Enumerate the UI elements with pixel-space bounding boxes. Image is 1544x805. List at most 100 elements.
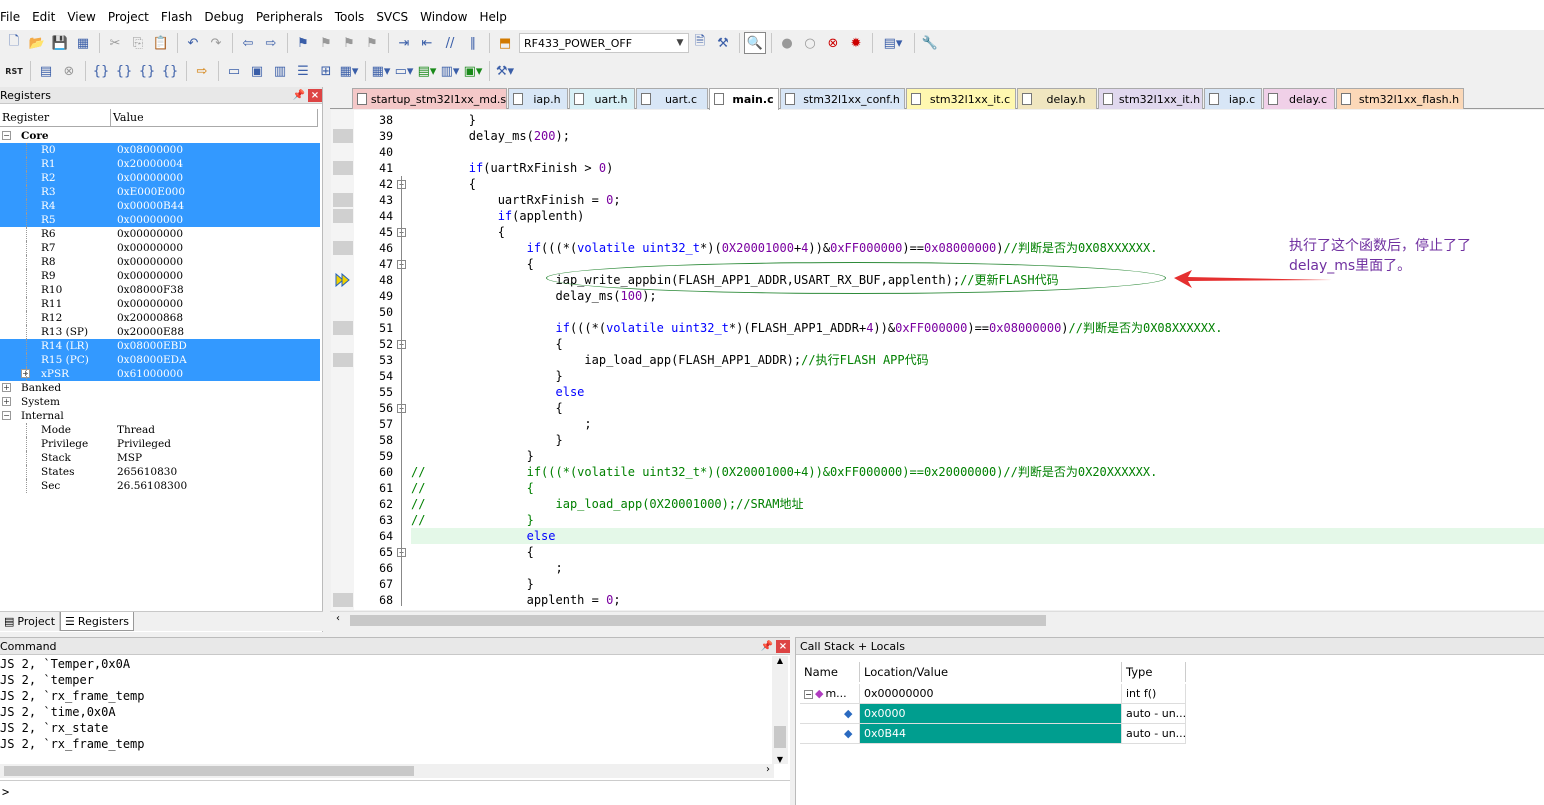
toolbox-icon[interactable]: ⚒▾ <box>494 60 516 82</box>
register-row[interactable]: R2 0x00000000 <box>0 171 320 185</box>
unindent-icon[interactable]: ⇤ <box>416 32 438 54</box>
register-row[interactable]: R10 0x08000F38 <box>0 283 320 297</box>
new-file-icon[interactable]: 🗋 <box>3 32 25 54</box>
menu-view[interactable]: View <box>61 9 101 25</box>
scroll-up-icon[interactable]: ▲ <box>772 656 788 670</box>
code-line[interactable]: { <box>411 224 505 240</box>
callstack-row[interactable]: ◆ 0x0B44 auto - un... <box>800 724 1186 744</box>
code-line[interactable]: // } <box>411 512 534 528</box>
code-line[interactable]: { <box>411 544 534 560</box>
code-line[interactable]: uartRxFinish = 0; <box>411 192 621 208</box>
target-select[interactable]: RF433_POWER_OFF ▼ <box>519 33 689 53</box>
executable-line-marker[interactable] <box>333 193 353 207</box>
code-line[interactable]: if(applenth) <box>411 208 585 224</box>
watch-windows-icon[interactable]: ▦▾ <box>338 60 360 82</box>
editor-tab[interactable]: delay.h <box>1017 88 1097 109</box>
scroll-right-icon[interactable]: › <box>766 764 770 775</box>
menu-debug[interactable]: Debug <box>198 9 249 25</box>
tab-project[interactable]: ▤ Project <box>0 612 61 631</box>
breakpoint-kill-icon[interactable]: ✹ <box>845 32 867 54</box>
copy-icon[interactable]: ⎘ <box>127 32 149 54</box>
menu-flash[interactable]: Flash <box>155 9 198 25</box>
editor-tab[interactable]: stm32l1xx_it.c <box>906 88 1016 109</box>
command-horizontal-scrollbar[interactable]: › <box>0 764 774 778</box>
memory-windows-icon[interactable]: ▦▾ <box>370 60 392 82</box>
code-line[interactable]: } <box>411 432 562 448</box>
expand-icon[interactable]: + <box>2 383 11 392</box>
save-all-icon[interactable]: ▦ <box>72 32 94 54</box>
scroll-left-icon[interactable]: ‹ <box>336 613 340 624</box>
register-row[interactable]: R8 0x00000000 <box>0 255 320 269</box>
menu-window[interactable]: Window <box>414 9 473 25</box>
step-out-icon[interactable]: {} <box>136 60 158 82</box>
executable-line-marker[interactable] <box>333 241 353 255</box>
register-row[interactable]: R3 0xE000E000 <box>0 185 320 199</box>
menu-edit[interactable]: Edit <box>26 9 61 25</box>
code-line[interactable]: if(((*(volatile uint32_t*)(FLASH_APP1_AD… <box>411 320 1223 336</box>
command-window-icon[interactable]: ▭ <box>223 60 245 82</box>
code-line[interactable]: else <box>411 528 556 544</box>
register-row[interactable]: + xPSR 0x61000000 <box>0 367 320 381</box>
close-icon[interactable]: × <box>776 639 790 653</box>
callstack-row[interactable]: ◆ 0x0000 auto - un... <box>800 704 1186 724</box>
code-line[interactable]: iap_load_app(FLASH_APP1_ADDR);//执行FLASH … <box>411 352 928 368</box>
code-line[interactable]: // if(((*(volatile uint32_t*)(0X20001000… <box>411 464 1157 480</box>
col-register[interactable]: Register <box>0 109 111 126</box>
scrollbar-thumb[interactable] <box>774 726 786 748</box>
registers-window-icon[interactable]: ☰ <box>292 60 314 82</box>
editor-tab[interactable]: iap.c <box>1204 88 1262 109</box>
scrollbar-thumb[interactable] <box>350 615 1046 626</box>
menu-svcs[interactable]: SVCS <box>370 9 414 25</box>
code-line[interactable]: delay_ms(200); <box>411 128 570 144</box>
editor-tab[interactable]: stm32l1xx_it.h <box>1098 88 1203 109</box>
code-line[interactable]: ; <box>411 416 591 432</box>
register-row[interactable]: R4 0x00000B44 <box>0 199 320 213</box>
code-line[interactable]: if(uartRxFinish > 0) <box>411 160 614 176</box>
callstack-row[interactable]: − ◆ m... 0x00000000 int f() <box>800 684 1186 704</box>
code-line[interactable]: if(((*(volatile uint32_t*)(0X20001000+4)… <box>411 240 1158 256</box>
executable-line-marker[interactable] <box>333 353 353 367</box>
run-icon[interactable]: ▤ <box>35 60 57 82</box>
analysis-windows-icon[interactable]: ▤▾ <box>416 60 438 82</box>
executable-line-marker[interactable] <box>333 321 353 335</box>
breakpoint-enable-icon[interactable]: ○ <box>799 32 821 54</box>
editor-tab[interactable]: uart.h <box>569 88 635 109</box>
menu-peripherals[interactable]: Peripherals <box>250 9 329 25</box>
scroll-down-icon[interactable]: ▼ <box>772 755 788 764</box>
build-tools-icon[interactable]: ⚒ <box>712 32 734 54</box>
editor-tab[interactable]: uart.c <box>636 88 708 109</box>
system-viewer-icon[interactable]: ▣▾ <box>462 60 484 82</box>
internal-row[interactable]: States 265610830 <box>0 465 320 479</box>
editor-tab[interactable]: delay.c <box>1263 88 1335 109</box>
register-row[interactable]: R15 (PC) 0x08000EDA <box>0 353 320 367</box>
editor-tab[interactable]: iap.h <box>508 88 568 109</box>
code-line[interactable]: } <box>411 576 534 592</box>
register-row[interactable]: R5 0x00000000 <box>0 213 320 227</box>
redo-icon[interactable]: ↷ <box>205 32 227 54</box>
next-bookmark-icon[interactable]: ⚑ <box>338 32 360 54</box>
command-input[interactable]: > <box>0 780 790 802</box>
breakpoint-insert-icon[interactable]: ● <box>776 32 798 54</box>
pin-icon[interactable]: 📌 <box>292 89 306 102</box>
debug-session-icon[interactable]: 🔍 <box>744 32 766 54</box>
step-into-icon[interactable]: {} <box>90 60 112 82</box>
serial-windows-icon[interactable]: ▭▾ <box>393 60 415 82</box>
menu-tools[interactable]: Tools <box>329 9 371 25</box>
step-over-icon[interactable]: {} <box>113 60 135 82</box>
tree-core[interactable]: − Core <box>0 129 320 143</box>
internal-row[interactable]: Stack MSP <box>0 451 320 465</box>
trace-windows-icon[interactable]: ▥▾ <box>439 60 461 82</box>
col-location[interactable]: Location/Value <box>860 662 1122 682</box>
code-line[interactable]: // iap_load_app(0X20001000);//SRAM地址 <box>411 496 803 512</box>
code-line[interactable]: { <box>411 336 562 352</box>
internal-row[interactable]: Privilege Privileged <box>0 437 320 451</box>
col-name[interactable]: Name <box>800 662 860 682</box>
tree-banked[interactable]: + Banked <box>0 381 320 395</box>
nav-forward-icon[interactable]: ⇨ <box>260 32 282 54</box>
collapse-icon[interactable]: − <box>2 411 11 420</box>
scrollbar-thumb[interactable] <box>4 766 414 776</box>
tree-system[interactable]: + System <box>0 395 320 409</box>
executable-line-marker[interactable] <box>333 129 353 143</box>
breakpoint-disable-icon[interactable]: ⊗ <box>822 32 844 54</box>
menu-help[interactable]: Help <box>473 9 512 25</box>
